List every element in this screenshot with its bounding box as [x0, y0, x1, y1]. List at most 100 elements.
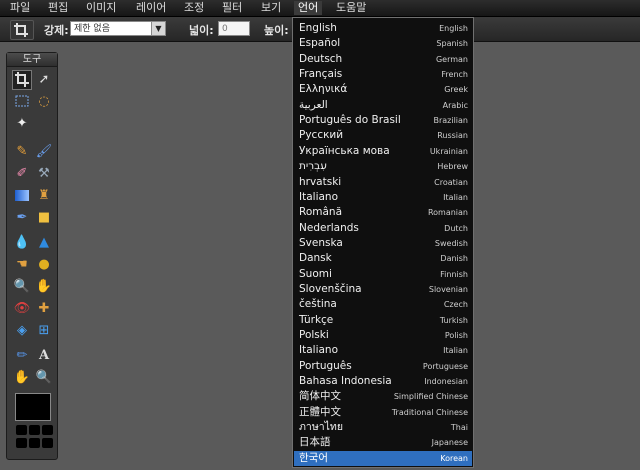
- pencil-icon[interactable]: ✎: [12, 142, 32, 162]
- stamp-icon[interactable]: ♜: [34, 186, 54, 206]
- language-english-name: Romanian: [427, 208, 468, 218]
- language-item[interactable]: Português do Brasil Brazilian: [294, 113, 472, 128]
- menu-file[interactable]: 파일: [6, 1, 34, 15]
- language-english-name: Spanish: [436, 39, 468, 49]
- lasso-icon[interactable]: ◌: [34, 92, 54, 112]
- language-english-name: Czech: [443, 300, 468, 310]
- smudge-icon[interactable]: ☚: [12, 255, 32, 275]
- crop-icon[interactable]: [12, 70, 32, 90]
- foreground-color-swatch[interactable]: [15, 393, 51, 421]
- language-native-name: Português do Brasil: [299, 114, 401, 127]
- constraint-select[interactable]: 제한 없음 ▼: [70, 21, 166, 36]
- language-item[interactable]: Polski Polish: [294, 328, 472, 343]
- language-item[interactable]: Español Spanish: [294, 36, 472, 51]
- language-native-name: ภาษาไทย: [299, 421, 343, 434]
- language-native-name: Português: [299, 359, 352, 372]
- language-item[interactable]: Română Romanian: [294, 205, 472, 220]
- view-mode-button[interactable]: [29, 425, 40, 435]
- type-icon[interactable]: A: [34, 346, 54, 366]
- language-english-name: Finnish: [440, 269, 468, 279]
- language-item[interactable]: English English: [294, 21, 472, 36]
- language-native-name: עִבְרִית: [299, 160, 327, 173]
- move-icon[interactable]: ➚: [34, 70, 54, 90]
- menu-view[interactable]: 보기: [257, 1, 285, 15]
- chevron-down-icon[interactable]: ▼: [151, 22, 165, 35]
- pinch-icon[interactable]: ⊞: [34, 321, 54, 341]
- language-item[interactable]: Dansk Danish: [294, 251, 472, 266]
- language-english-name: Ukrainian: [429, 146, 468, 156]
- language-item[interactable]: čeština Czech: [294, 297, 472, 312]
- crop-tool-indicator: [10, 20, 34, 40]
- language-item[interactable]: Suomi Finnish: [294, 267, 472, 282]
- language-native-name: Italiano: [299, 190, 338, 203]
- language-native-name: Bahasa Indonesia: [299, 375, 392, 388]
- blur-icon[interactable]: 💧: [12, 233, 32, 253]
- menu-layer[interactable]: 레이어: [132, 1, 170, 15]
- language-item[interactable]: Deutsch German: [294, 52, 472, 67]
- language-item[interactable]: Svenska Swedish: [294, 236, 472, 251]
- color-replace-icon[interactable]: ✒: [12, 208, 32, 228]
- language-menu: English English Español Spanish Deutsch Germa…: [292, 17, 474, 468]
- language-item[interactable]: 한국어 Korean: [294, 450, 472, 466]
- menu-filter[interactable]: 필터: [218, 1, 246, 15]
- language-english-name: Portuguese: [422, 361, 468, 371]
- eraser-icon[interactable]: ✐: [12, 164, 32, 184]
- view-mode-button[interactable]: [42, 438, 53, 448]
- language-item[interactable]: Українська мова Ukrainian: [294, 144, 472, 159]
- brush-icon[interactable]: 🖌: [34, 142, 54, 162]
- language-native-name: hrvatski: [299, 175, 342, 188]
- language-item[interactable]: Italiano Italian: [294, 343, 472, 358]
- constraint-label: 강제:: [44, 24, 69, 37]
- language-item[interactable]: Ελληνικά Greek: [294, 82, 472, 97]
- menu-edit[interactable]: 편집: [44, 1, 72, 15]
- view-mode-button[interactable]: [16, 425, 27, 435]
- menu-language[interactable]: 언어: [294, 1, 323, 15]
- magic-wand-icon[interactable]: ✦: [12, 114, 32, 134]
- language-native-name: Español: [299, 37, 341, 50]
- language-native-name: Nederlands: [299, 221, 359, 234]
- language-english-name: Hebrew: [437, 162, 468, 172]
- language-item[interactable]: Français French: [294, 67, 472, 82]
- hand-icon[interactable]: ✋: [12, 368, 32, 388]
- language-item[interactable]: 简体中文 Simplified Chinese: [294, 389, 472, 404]
- language-item[interactable]: Bahasa Indonesia Indonesian: [294, 374, 472, 389]
- language-item[interactable]: Português Portuguese: [294, 359, 472, 374]
- view-mode-button[interactable]: [16, 438, 27, 448]
- sharpen-icon[interactable]: ▲: [34, 233, 54, 253]
- language-item[interactable]: Nederlands Dutch: [294, 221, 472, 236]
- menu-image[interactable]: 이미지: [82, 1, 120, 15]
- dodge-icon[interactable]: ✋: [34, 277, 54, 297]
- language-item[interactable]: ภาษาไทย Thai: [294, 420, 472, 435]
- language-item[interactable]: Slovenščina Slovenian: [294, 282, 472, 297]
- menu-help[interactable]: 도움말: [332, 1, 370, 15]
- language-native-name: English: [299, 22, 337, 34]
- shape-icon[interactable]: ■: [34, 208, 54, 228]
- width-input[interactable]: 0: [218, 21, 250, 36]
- menu-adjust[interactable]: 조정: [180, 1, 208, 15]
- sponge-icon[interactable]: ●: [34, 255, 54, 275]
- red-eye-icon[interactable]: 👁: [12, 299, 32, 319]
- language-item[interactable]: Italiano Italian: [294, 190, 472, 205]
- language-item[interactable]: hrvatski Croatian: [294, 175, 472, 190]
- view-mode-button[interactable]: [29, 438, 40, 448]
- language-item[interactable]: 日本語 Japanese: [294, 435, 472, 450]
- spot-heal-icon[interactable]: ✚: [34, 299, 54, 319]
- marquee-icon[interactable]: [12, 92, 32, 112]
- language-item[interactable]: Türkçe Turkish: [294, 313, 472, 328]
- view-mode-button[interactable]: [42, 425, 53, 435]
- language-native-name: Русский: [299, 129, 344, 142]
- zoom-icon[interactable]: 🔍: [34, 368, 54, 388]
- zoom-red-eye-icon[interactable]: 🔍: [12, 277, 32, 297]
- language-english-name: Dutch: [444, 223, 468, 233]
- language-native-name: Ελληνικά: [299, 83, 348, 96]
- language-english-name: Arabic: [442, 100, 468, 110]
- language-item[interactable]: עִבְרִית Hebrew: [294, 159, 472, 174]
- language-item[interactable]: 正體中文 Traditional Chinese: [294, 405, 472, 420]
- clone-stamp-icon[interactable]: ⚒: [34, 164, 54, 184]
- bloat-icon[interactable]: ◈: [12, 321, 32, 341]
- color-picker-icon[interactable]: ✏: [12, 346, 32, 366]
- language-native-name: Українська мова: [299, 144, 390, 157]
- language-item[interactable]: Русский Russian: [294, 128, 472, 143]
- language-item[interactable]: العربية Arabic: [294, 98, 472, 113]
- gradient-icon[interactable]: [12, 186, 32, 206]
